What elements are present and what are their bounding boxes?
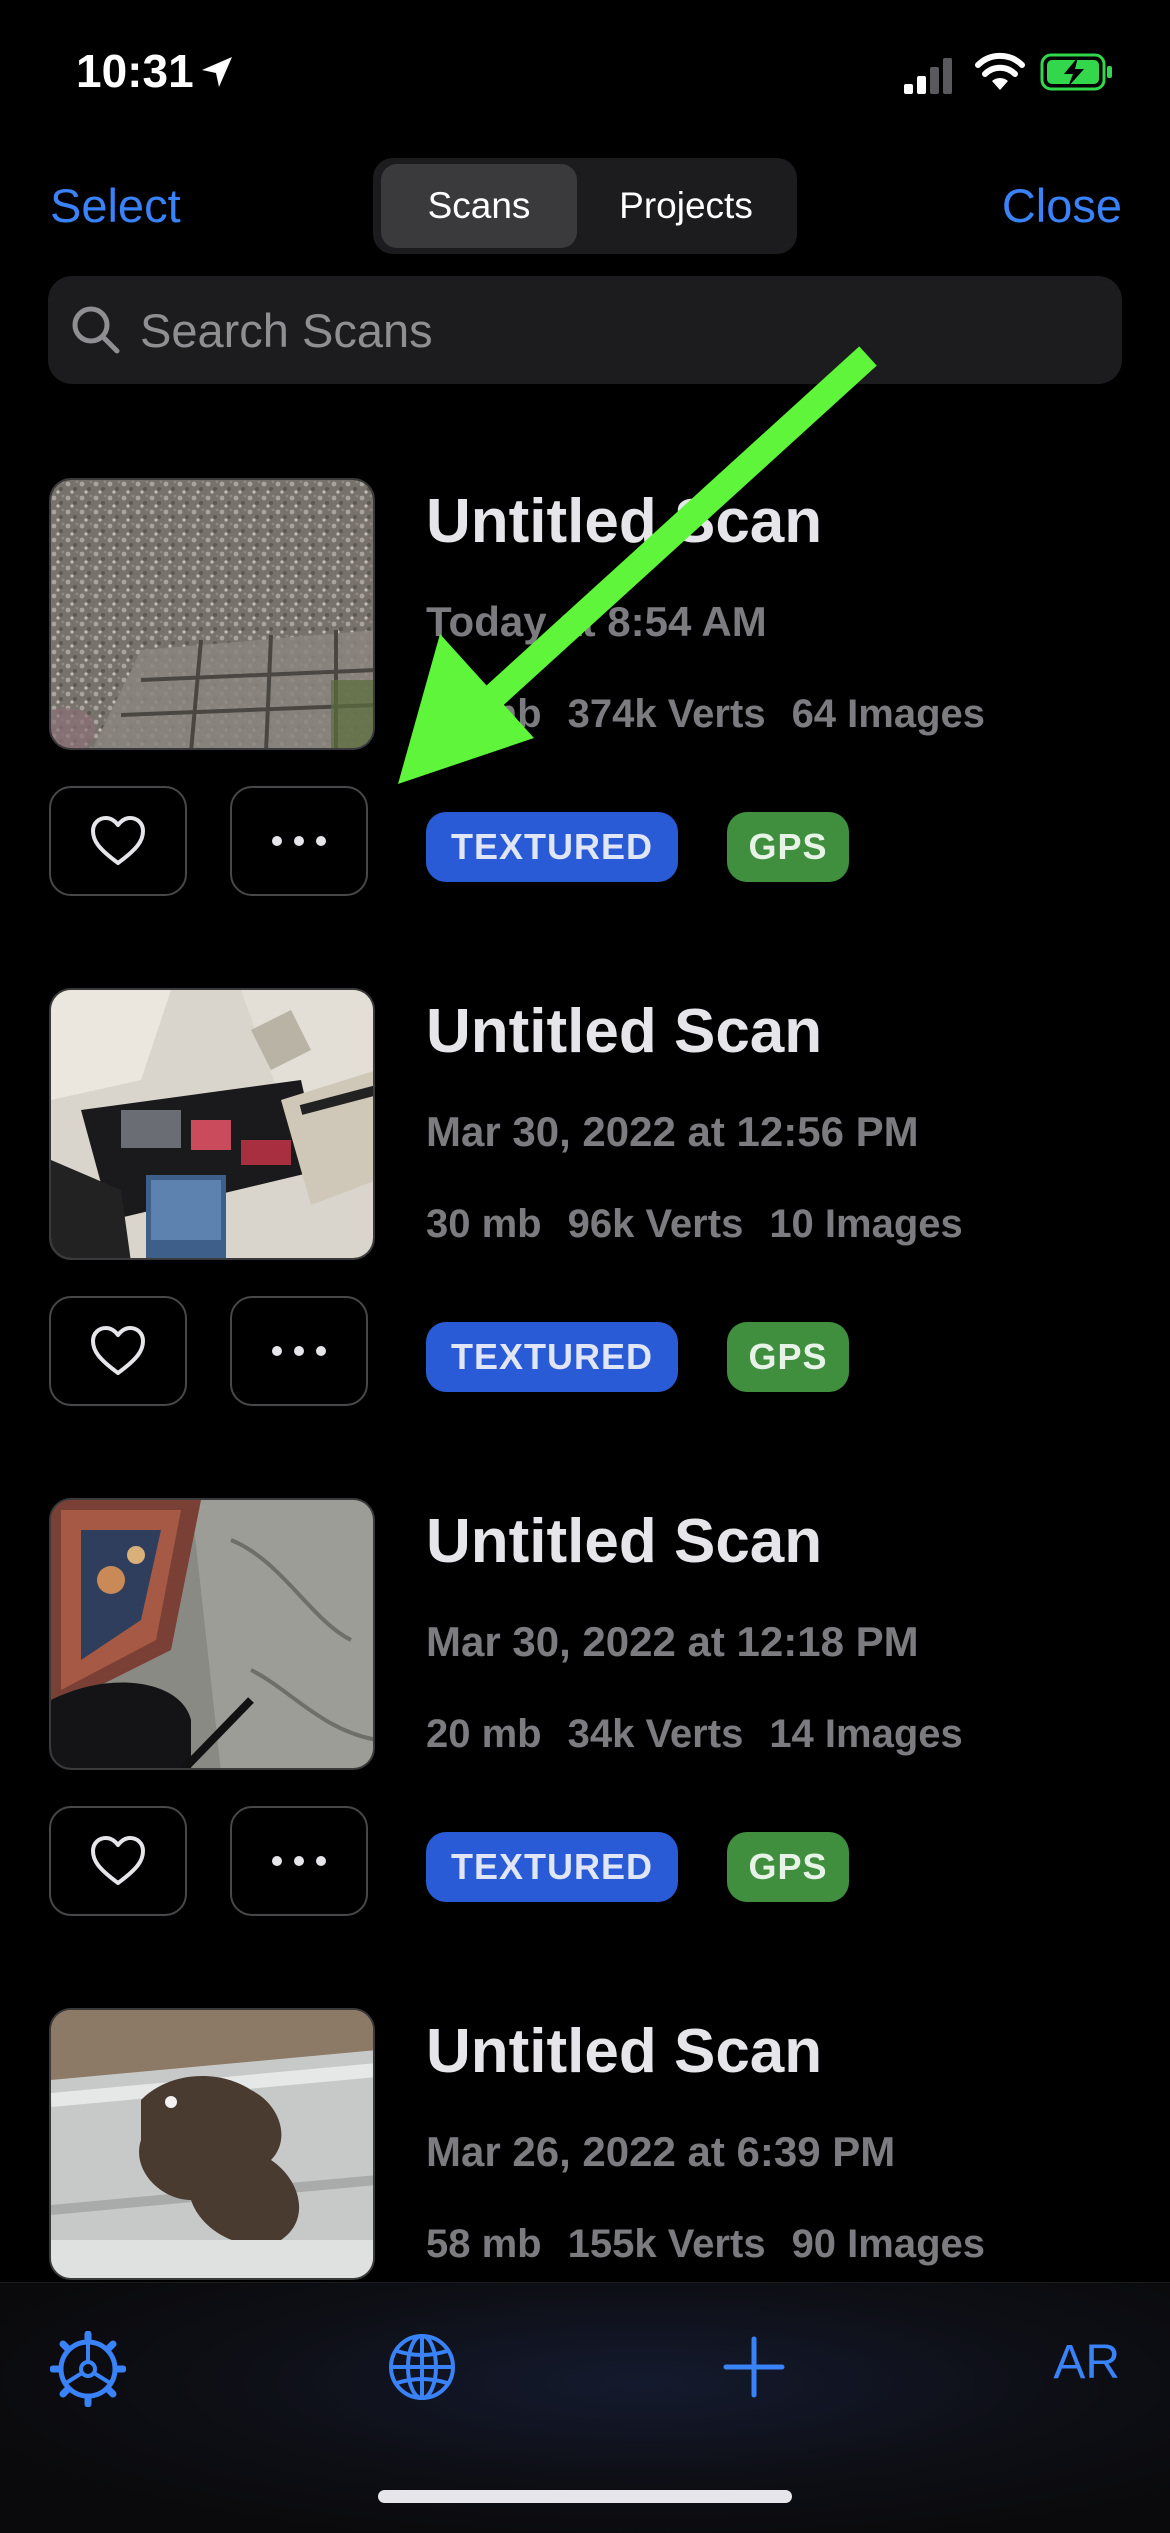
search-input[interactable] <box>140 276 1100 384</box>
textured-badge: TEXTURED <box>426 812 678 882</box>
scan-thumbnail[interactable] <box>49 2008 375 2280</box>
favorite-button[interactable] <box>49 786 187 896</box>
globe-icon[interactable] <box>386 2331 458 2403</box>
scan-title: Untitled Scan <box>426 487 823 556</box>
scan-title: Untitled Scan <box>426 1507 823 1576</box>
scan-verts: 34k Verts <box>567 1712 744 1756</box>
ar-button[interactable]: AR <box>1053 2335 1120 2390</box>
favorite-button[interactable] <box>49 1296 187 1406</box>
scan-list-item[interactable]: Untitled Scan Mar 30, 2022 at 12:56 PM 3… <box>0 988 1170 1428</box>
textured-badge: TEXTURED <box>426 1322 678 1392</box>
segment-scans[interactable]: Scans <box>381 164 577 248</box>
scan-date: Mar 30, 2022 at 12:18 PM <box>426 1618 919 1665</box>
scan-date: Mar 26, 2022 at 6:39 PM <box>426 2128 896 2175</box>
gps-badge: GPS <box>727 1832 849 1902</box>
select-button[interactable]: Select <box>50 178 181 233</box>
scan-thumbnail[interactable] <box>49 1498 375 1770</box>
scan-verts: 155k Verts <box>567 2222 766 2266</box>
ellipsis-icon <box>272 1856 326 1866</box>
heart-icon <box>91 816 145 865</box>
battery-charging-icon <box>1040 53 1112 91</box>
scan-title: Untitled Scan <box>426 2017 823 2086</box>
search-icon <box>72 306 120 354</box>
status-bar: 10:31 <box>0 0 1170 150</box>
more-options-button[interactable] <box>230 786 368 896</box>
heart-icon <box>91 1326 145 1375</box>
scan-images: 14 Images <box>769 1712 963 1756</box>
scan-thumbnail[interactable] <box>49 988 375 1260</box>
scan-stats: 30 mb 96k Verts 10 Images <box>426 1202 989 1247</box>
scan-images: 10 Images <box>769 1202 963 1246</box>
scan-verts: 96k Verts <box>567 1202 744 1246</box>
segment-projects[interactable]: Projects <box>583 164 789 248</box>
scan-size: 58 mb <box>426 2222 542 2266</box>
scan-stats: 76 mb 374k Verts 64 Images <box>426 692 1011 737</box>
scan-size: 20 mb <box>426 1712 542 1756</box>
wifi-icon <box>975 52 1025 90</box>
status-time: 10:31 <box>76 45 194 97</box>
scan-images: 90 Images <box>791 2222 986 2266</box>
scans-projects-segmented-control: Scans Projects <box>373 158 797 254</box>
cellular-signal-icon <box>904 58 952 94</box>
more-options-button[interactable] <box>230 1806 368 1916</box>
heart-icon <box>91 1836 145 1885</box>
scan-stats: 58 mb 155k Verts 90 Images <box>426 2222 1011 2267</box>
scan-title: Untitled Scan <box>426 997 823 1066</box>
scan-list-item[interactable]: Untitled Scan Mar 30, 2022 at 12:18 PM 2… <box>0 1498 1170 1938</box>
favorite-button[interactable] <box>49 1806 187 1916</box>
gps-badge: GPS <box>727 812 849 882</box>
scan-size: 30 mb <box>426 1202 542 1246</box>
scan-date: Today at 8:54 AM <box>426 598 767 645</box>
gps-badge: GPS <box>727 1322 849 1392</box>
ellipsis-icon <box>272 1346 326 1356</box>
scan-verts: 374k Verts <box>567 692 766 736</box>
location-arrow-icon <box>202 57 232 87</box>
search-bar <box>48 276 1122 384</box>
scan-date: Mar 30, 2022 at 12:56 PM <box>426 1108 919 1155</box>
more-options-button[interactable] <box>230 1296 368 1406</box>
scan-images: 64 Images <box>791 692 986 736</box>
scan-stats: 20 mb 34k Verts 14 Images <box>426 1712 989 1757</box>
settings-gear-icon[interactable] <box>50 2331 126 2407</box>
plus-icon[interactable] <box>722 2335 786 2399</box>
scan-size: 76 mb <box>426 692 542 736</box>
textured-badge: TEXTURED <box>426 1832 678 1902</box>
home-indicator[interactable] <box>378 2490 792 2503</box>
scan-thumbnail[interactable] <box>49 478 375 750</box>
ellipsis-icon <box>272 836 326 846</box>
close-button[interactable]: Close <box>1002 178 1122 233</box>
scan-list-item[interactable]: Untitled Scan Today at 8:54 AM 76 mb 374k… <box>0 478 1170 918</box>
